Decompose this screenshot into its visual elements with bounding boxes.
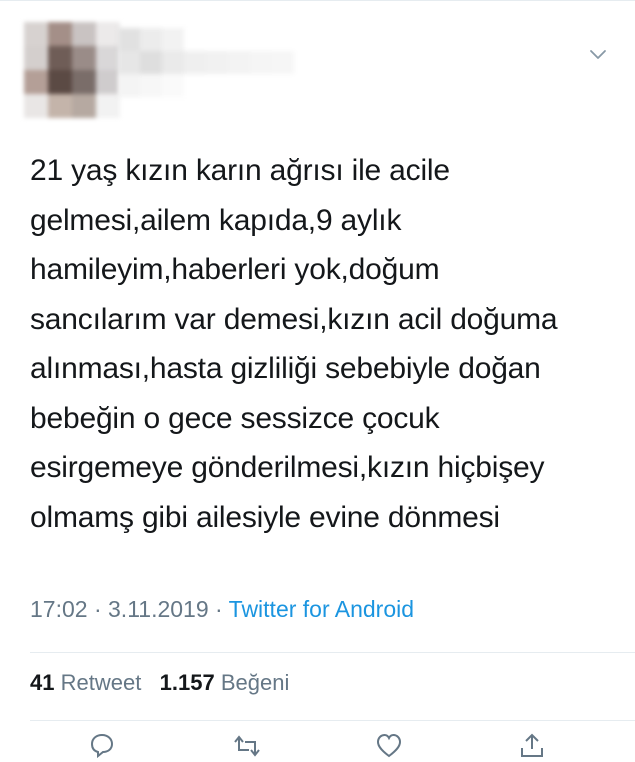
tweet-text: 21 yaş kızın karın ağrısı ile acile gelm…	[30, 154, 558, 534]
meta-separator: ·	[208, 596, 229, 622]
action-bar	[0, 732, 635, 762]
meta-separator: ·	[87, 596, 109, 622]
tweet-date: 3.11.2019	[108, 596, 209, 622]
retweet-label[interactable]: Retweet	[61, 670, 142, 695]
tweet-meta: 17:02 · 3.11.2019 · Twitter for Android	[30, 596, 414, 623]
stats-divider	[30, 652, 635, 653]
tweet-stats: 41 Retweet 1.157 Beğeni	[30, 670, 289, 696]
retweet-count[interactable]: 41	[30, 670, 54, 695]
like-label[interactable]: Beğeni	[221, 670, 290, 695]
reply-icon[interactable]	[88, 732, 116, 760]
retweet-icon[interactable]	[233, 732, 261, 760]
top-divider	[0, 0, 635, 1]
tweet-time: 17:02	[30, 596, 88, 622]
avatar[interactable]	[24, 22, 120, 118]
like-icon[interactable]	[375, 732, 403, 760]
chevron-down-icon[interactable]	[588, 44, 608, 64]
tweet-source-link[interactable]: Twitter for Android	[229, 596, 414, 622]
username-blurred[interactable]	[118, 28, 298, 98]
actions-divider	[30, 720, 635, 721]
like-count[interactable]: 1.157	[160, 670, 215, 695]
share-icon[interactable]	[518, 732, 546, 760]
